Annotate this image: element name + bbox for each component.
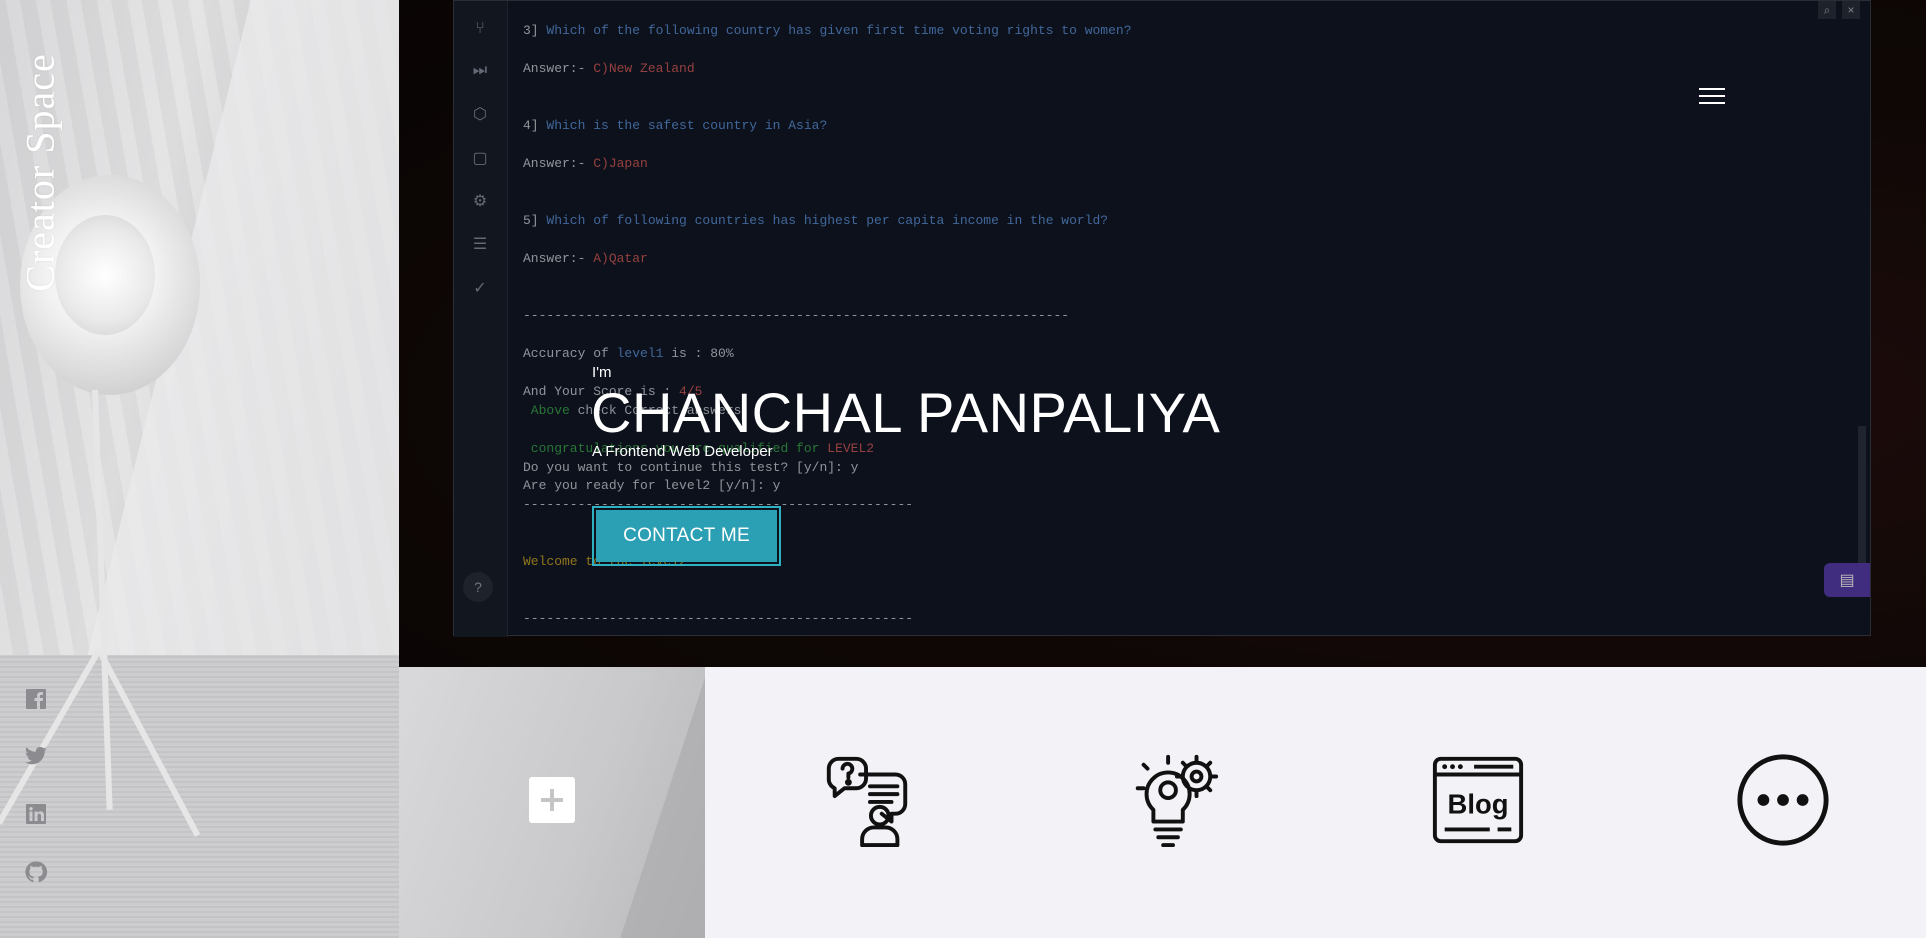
facebook-icon xyxy=(26,689,46,709)
blog-icon: Blog xyxy=(1432,756,1524,844)
lamp-inner-decor xyxy=(55,215,155,335)
brand-logo[interactable]: Creator Space xyxy=(17,52,63,292)
sidebar-floor-decor xyxy=(0,655,399,938)
hamburger-icon xyxy=(1699,88,1725,90)
facebook-link[interactable] xyxy=(22,685,50,713)
twitter-icon xyxy=(25,746,47,765)
more-tile[interactable] xyxy=(1703,725,1863,875)
contact-me-button[interactable]: CONTACT ME xyxy=(592,506,781,566)
linkedin-link[interactable] xyxy=(22,800,50,828)
add-button[interactable] xyxy=(529,777,575,823)
hero-greeting: I'm xyxy=(592,364,612,381)
linkedin-icon xyxy=(26,804,46,824)
brand-text: Creator Space xyxy=(17,52,63,292)
hero-name: CHANCHAL PANPALIYA xyxy=(591,381,1221,444)
sidebar: Creator Space xyxy=(0,0,399,938)
menu-button[interactable] xyxy=(1699,88,1725,108)
contact-me-label: CONTACT ME xyxy=(596,510,777,562)
github-icon xyxy=(25,861,48,883)
faq-support-icon xyxy=(826,756,908,848)
services-strip: Blog xyxy=(705,667,1926,938)
hero-overlay xyxy=(399,0,1926,667)
twitter-link[interactable] xyxy=(22,742,50,770)
ideas-tile[interactable] xyxy=(1093,725,1253,875)
ideas-gears-icon xyxy=(1135,754,1219,848)
github-link[interactable] xyxy=(22,858,50,886)
hero-section: ⑂ ⏭ ⬡ ▢ ⚙ ☰ ✓ ? ⌕ × 3] Which of the foll… xyxy=(399,0,1926,667)
more-icon xyxy=(1737,754,1829,846)
faq-support-tile[interactable] xyxy=(788,725,948,875)
svg-text:Blog: Blog xyxy=(1448,789,1509,820)
blog-tile[interactable]: Blog xyxy=(1398,725,1558,875)
hero-role: A Frontend Web Developer xyxy=(592,443,773,460)
plus-icon xyxy=(541,789,563,811)
